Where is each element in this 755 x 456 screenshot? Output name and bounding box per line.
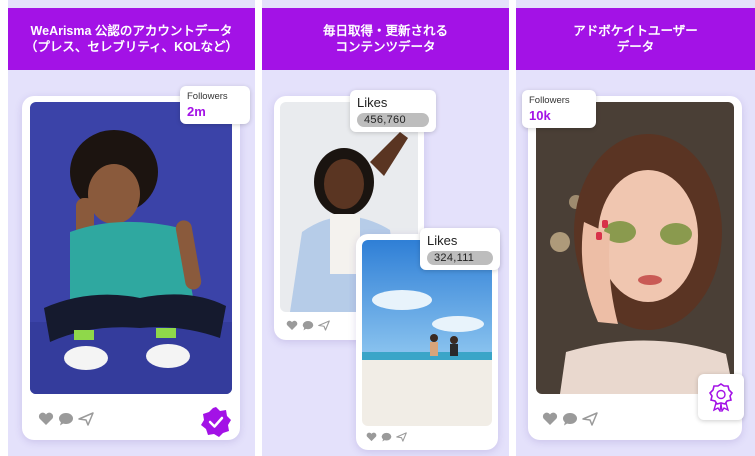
send-icon[interactable] [582,412,598,426]
likes-label: Likes [357,95,388,110]
followers-count: 10k [529,108,551,123]
comment-icon[interactable] [562,412,578,426]
likes-badge: Likes 324,111 [420,228,500,270]
followers-count: 2m [187,104,206,119]
header-line-2: コンテンツデータ [335,40,436,54]
verified-badge-icon [200,406,232,438]
followers-label: Followers [187,91,228,102]
comment-icon[interactable] [381,432,392,442]
post-actions [38,412,94,426]
followers-label: Followers [529,95,570,106]
feature-column-official-accounts: WeArisma 公認のアカウントデータ （プレス、セレブリティ、KOLなど） [8,0,255,456]
likes-count: 456,760 [357,113,429,127]
likes-count: 324,111 [427,251,493,265]
comment-icon[interactable] [58,412,74,426]
send-icon[interactable] [78,412,94,426]
profile-card[interactable] [22,96,240,440]
header-line-1: アドボケイトユーザー [573,23,698,38]
post-actions [542,412,598,426]
followers-badge: Followers 10k [522,90,596,128]
column-header: アドボケイトユーザー データ [516,8,755,70]
column-header: 毎日取得・更新される コンテンツデータ [262,8,509,70]
send-icon[interactable] [396,432,407,442]
heart-icon[interactable] [38,412,54,426]
feature-column-advocate-data: アドボケイトユーザー データ Followers 10k [516,0,755,456]
header-line-2: データ [616,40,655,54]
comment-icon[interactable] [302,320,314,331]
column-header: WeArisma 公認のアカウントデータ （プレス、セレブリティ、KOLなど） [8,8,255,70]
heart-icon[interactable] [542,412,558,426]
header-line-1: WeArisma 公認のアカウントデータ [30,23,233,38]
post-actions [366,432,407,442]
likes-badge: Likes 456,760 [350,90,436,132]
heart-icon[interactable] [286,320,298,331]
header-line-2: （プレス、セレブリティ、KOLなど） [24,40,239,54]
post-actions [286,320,330,331]
profile-photo [536,102,734,394]
heart-icon[interactable] [366,432,377,442]
send-icon[interactable] [318,320,330,331]
feature-column-content-data: 毎日取得・更新される コンテンツデータ Likes 456,760 Likes … [262,0,509,456]
profile-photo [30,102,232,394]
followers-badge: Followers 2m [180,86,250,124]
award-ribbon-icon [698,374,744,420]
header-line-1: 毎日取得・更新される [322,23,448,38]
likes-label: Likes [427,233,458,248]
